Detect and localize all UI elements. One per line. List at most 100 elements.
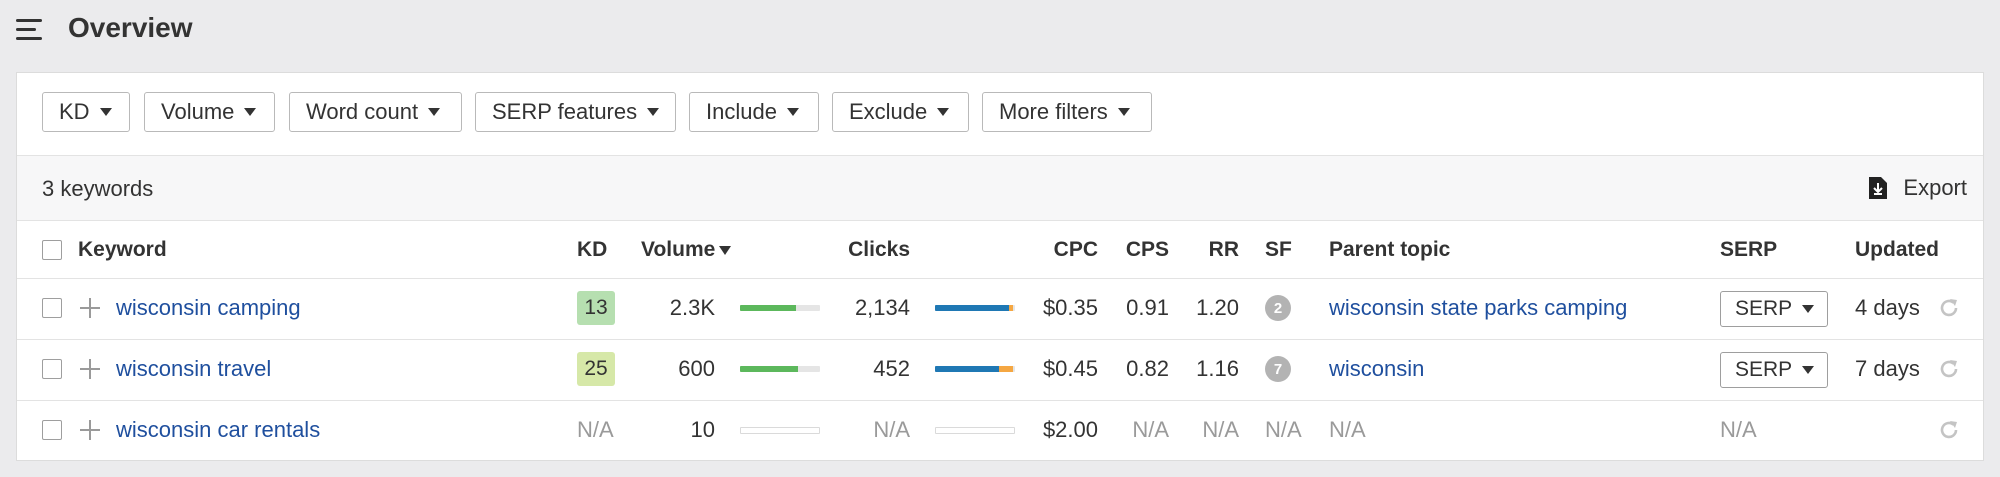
filter-word-count[interactable]: Word count: [289, 92, 462, 132]
caret-down-icon: [1802, 366, 1815, 374]
select-all-checkbox[interactable]: [42, 240, 62, 260]
cps-value: N/A: [1132, 417, 1169, 442]
export-button[interactable]: Export: [1869, 175, 1967, 201]
col-header-clicks[interactable]: Clicks: [797, 237, 910, 263]
clicks-value: N/A: [873, 417, 910, 442]
filter-exclude-label: Exclude: [849, 99, 928, 124]
col-header-keyword[interactable]: Keyword: [78, 237, 167, 263]
keyword-link[interactable]: wisconsin car rentals: [116, 417, 320, 443]
keywords-panel: KD Volume Word count SERP features Inclu…: [16, 72, 1984, 461]
sf-value: N/A: [1265, 417, 1302, 442]
clicks-bar-organic: [935, 305, 1010, 311]
rr-value: 1.20: [1196, 295, 1239, 320]
volume-value: 600: [678, 356, 715, 381]
caret-down-icon: [1802, 305, 1815, 313]
refresh-icon[interactable]: [1937, 418, 1961, 442]
download-file-icon: [1869, 177, 1888, 199]
volume-value: 2.3K: [669, 295, 715, 320]
clicks-value: 452: [873, 356, 910, 381]
parent-topic-link[interactable]: wisconsin state parks camping: [1329, 295, 1627, 321]
serp-button-label: SERP: [1735, 297, 1793, 320]
export-label: Export: [1903, 175, 1967, 200]
filter-bar: KD Volume Word count SERP features Inclu…: [17, 73, 1983, 155]
parent-topic-link[interactable]: wisconsin: [1329, 356, 1424, 382]
caret-down-icon: [647, 108, 660, 116]
refresh-icon[interactable]: [1937, 357, 1961, 381]
add-to-list-icon[interactable]: [80, 359, 100, 379]
updated-value: 7 days: [1855, 356, 1920, 381]
row-checkbox[interactable]: [42, 359, 62, 379]
filter-kd[interactable]: KD: [42, 92, 130, 132]
col-header-rr[interactable]: RR: [1187, 237, 1239, 263]
results-summary-bar: 3 keywords Export: [17, 155, 1983, 221]
caret-down-icon: [99, 108, 112, 116]
col-header-serp[interactable]: SERP: [1720, 237, 1777, 263]
row-divider: [17, 278, 1983, 279]
top-bar: Overview: [0, 0, 2000, 72]
caret-down-icon: [428, 108, 441, 116]
caret-down-icon: [244, 108, 257, 116]
filter-serp-features[interactable]: SERP features: [475, 92, 676, 132]
filter-exclude[interactable]: Exclude: [832, 92, 969, 132]
add-to-list-icon[interactable]: [80, 298, 100, 318]
volume-bar-fill: [740, 305, 796, 311]
cpc-value: $2.00: [1042, 417, 1098, 442]
col-header-kd[interactable]: KD: [577, 237, 607, 263]
col-header-volume-label: Volume: [641, 238, 716, 261]
filter-more-filters-label: More filters: [999, 99, 1108, 124]
sort-descending-icon: [719, 245, 732, 255]
page-title: Overview: [68, 12, 193, 43]
clicks-bar: [935, 366, 1015, 372]
cpc-value: $0.45: [1042, 356, 1098, 381]
rr-value: 1.16: [1196, 356, 1239, 381]
kd-value: N/A: [577, 417, 614, 442]
filter-word-count-label: Word count: [306, 99, 419, 124]
keyword-count: 3 keywords: [42, 176, 154, 201]
add-to-list-icon[interactable]: [80, 420, 100, 440]
col-header-cpc[interactable]: CPC: [1017, 237, 1098, 263]
updated-value: 4 days: [1855, 295, 1920, 320]
caret-down-icon: [937, 108, 950, 116]
serp-dropdown-button[interactable]: SERP: [1720, 352, 1828, 388]
row-divider: [17, 400, 1983, 401]
clicks-bar: [935, 305, 1015, 311]
cps-value: 0.91: [1126, 295, 1169, 320]
volume-bar-fill: [740, 366, 798, 372]
filter-kd-label: KD: [59, 99, 90, 124]
serp-button-label: SERP: [1735, 358, 1793, 381]
filter-volume-label: Volume: [161, 99, 235, 124]
filter-more-filters[interactable]: More filters: [982, 92, 1152, 132]
clicks-bar-paid: [1009, 305, 1013, 311]
filter-serp-features-label: SERP features: [492, 99, 638, 124]
col-header-parent-topic[interactable]: Parent topic: [1329, 237, 1450, 263]
clicks-bar-paid: [999, 366, 1014, 372]
col-header-volume[interactable]: Volume: [641, 237, 732, 263]
kd-badge: 25: [577, 352, 615, 386]
filter-include-label: Include: [706, 99, 777, 124]
serp-dropdown-button[interactable]: SERP: [1720, 291, 1828, 327]
keyword-link[interactable]: wisconsin camping: [116, 295, 301, 321]
hamburger-menu-icon[interactable]: [16, 19, 42, 41]
serp-value: N/A: [1720, 417, 1757, 442]
refresh-icon[interactable]: [1937, 296, 1961, 320]
col-header-updated[interactable]: Updated: [1855, 237, 1939, 263]
sf-badge[interactable]: 2: [1265, 295, 1291, 321]
sf-badge[interactable]: 7: [1265, 356, 1291, 382]
cpc-value: $0.35: [1042, 295, 1098, 320]
col-header-cps[interactable]: CPS: [1107, 237, 1169, 263]
clicks-bar-organic: [935, 366, 999, 372]
row-checkbox[interactable]: [42, 420, 62, 440]
kd-badge: 13: [577, 291, 615, 325]
row-checkbox[interactable]: [42, 298, 62, 318]
caret-down-icon: [786, 108, 799, 116]
volume-value: 10: [690, 417, 715, 442]
filter-volume[interactable]: Volume: [144, 92, 275, 132]
row-divider: [17, 339, 1983, 340]
col-header-sf[interactable]: SF: [1265, 237, 1292, 263]
keyword-link[interactable]: wisconsin travel: [116, 356, 271, 382]
parent-topic-value: N/A: [1329, 417, 1366, 442]
caret-down-icon: [1117, 108, 1130, 116]
filter-include[interactable]: Include: [689, 92, 819, 132]
rr-value: N/A: [1202, 417, 1239, 442]
clicks-value: 2,134: [854, 295, 910, 320]
